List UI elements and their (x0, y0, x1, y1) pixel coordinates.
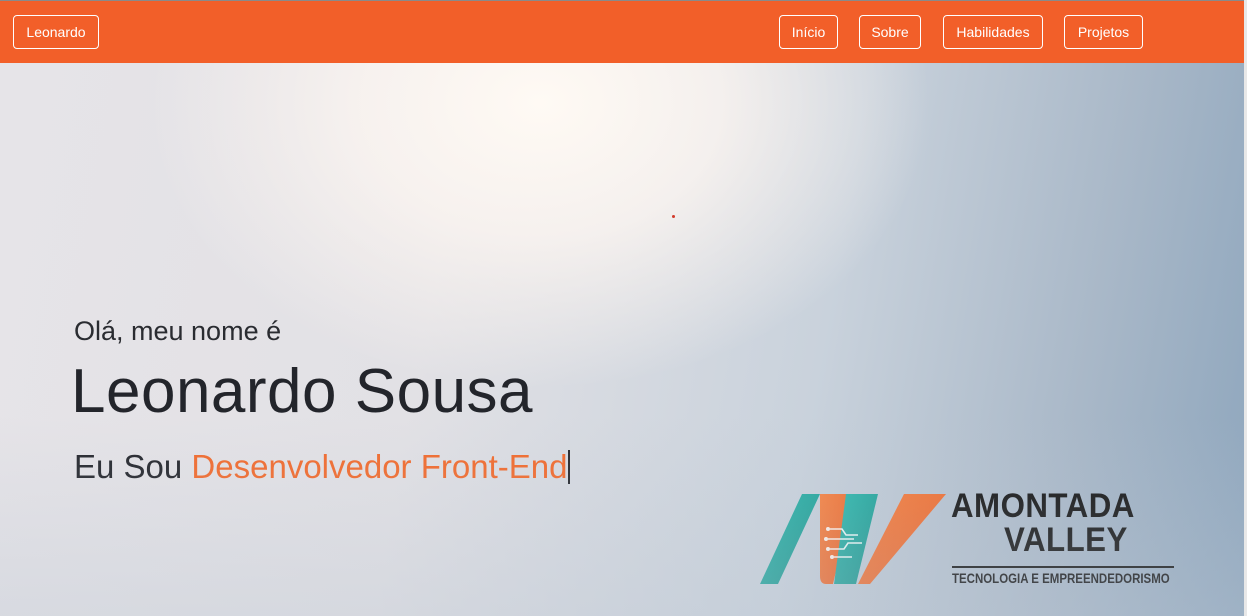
brand-button[interactable]: Leonardo (13, 15, 99, 49)
top-navbar: Leonardo Início Sobre Habilidades Projet… (0, 1, 1244, 63)
nav-sobre-button[interactable]: Sobre (859, 15, 921, 49)
nav-inicio-button[interactable]: Início (779, 15, 838, 49)
amontada-valley-logo-mark (760, 494, 946, 584)
logo-title-line2: VALLEY (1004, 521, 1128, 559)
role-prefix: Eu Sou (74, 448, 192, 485)
logo-divider (952, 566, 1174, 568)
hero-greeting: Olá, meu nome é (74, 316, 282, 346)
hero-name: Leonardo Sousa (71, 357, 534, 426)
hero-section: Olá, meu nome é Leonardo Sousa Eu Sou De… (0, 63, 1244, 616)
typing-caret (568, 450, 571, 484)
logo-title-line1: AMONTADA (951, 487, 1135, 525)
nav-projetos-button[interactable]: Projetos (1064, 15, 1143, 49)
amontada-valley-logo: AMONTADA VALLEY TECNOLOGIA E EMPREENDEDO… (758, 487, 1178, 591)
role-highlight: Desenvolvedor Front-End (191, 448, 568, 485)
hero-role: Eu Sou Desenvolvedor Front-End (74, 448, 571, 486)
cursor-dot (672, 215, 675, 218)
nav-habilidades-button[interactable]: Habilidades (943, 15, 1043, 49)
logo-tagline: TECNOLOGIA E EMPREENDEDORISMO (952, 570, 1170, 586)
